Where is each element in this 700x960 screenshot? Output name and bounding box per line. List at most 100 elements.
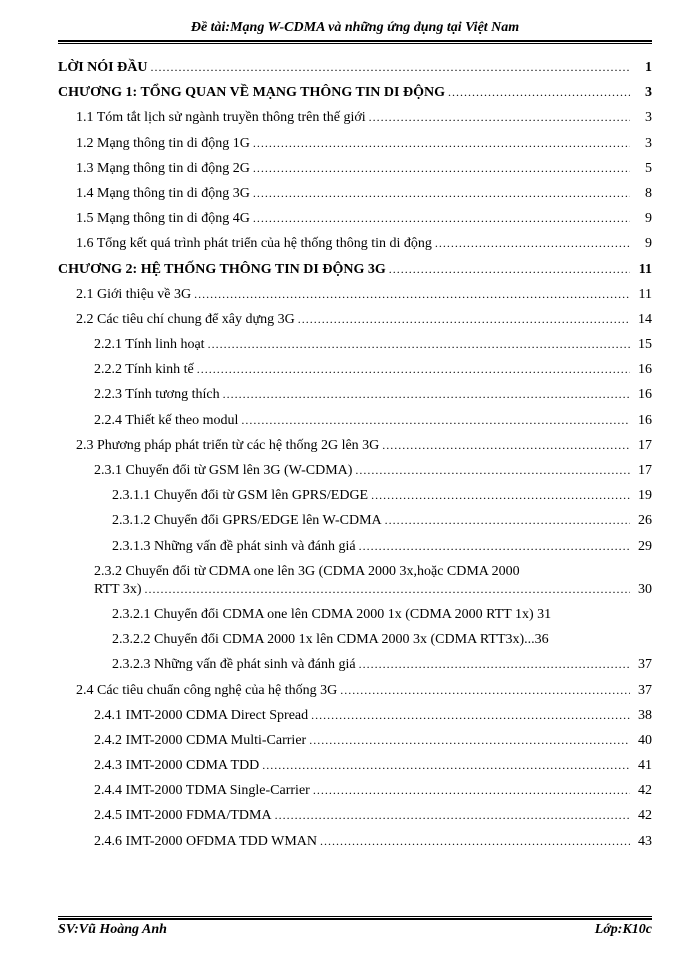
toc-entry-label: 2.3.1 Chuyển đổi từ GSM lên 3G (W-CDMA): [94, 463, 352, 479]
toc-entry-page: 38: [630, 708, 652, 724]
toc-leader-dots: ........................................…: [445, 85, 630, 100]
toc-entry: 2.4.4 IMT-2000 TDMA Single-Carrier......…: [58, 783, 652, 799]
toc-leader-dots: ........................................…: [250, 161, 630, 176]
toc-entry: 2.4.6 IMT-2000 OFDMA TDD WMAN...........…: [58, 834, 652, 850]
toc-leader-dots: ........................................…: [432, 236, 630, 251]
toc-entry-label: 2.4.4 IMT-2000 TDMA Single-Carrier: [94, 783, 310, 799]
toc-entry: 2.3.1.3 Những vấn đề phát sinh và đánh g…: [58, 539, 652, 555]
toc-entry: 1.4 Mạng thông tin di động 3G...........…: [58, 186, 652, 202]
toc-entry: 2.3.2.3 Những vấn đề phát sinh và đánh g…: [58, 657, 652, 673]
toc-leader-dots: ........................................…: [379, 438, 630, 453]
toc-entry-label: 2.3 Phương pháp phát triển từ các hệ thố…: [76, 438, 379, 454]
footer-left: SV:Vũ Hoàng Anh: [58, 922, 167, 938]
toc-entry-page: 9: [630, 211, 652, 227]
toc-entry: CHƯƠNG 2: HỆ THỐNG THÔNG TIN DI ĐỘNG 3G.…: [58, 262, 652, 278]
toc-entry-page: 29: [630, 539, 652, 555]
toc-entry-label: 2.1 Giới thiệu về 3G: [76, 287, 191, 303]
toc-entry: 2.3.2.2 Chuyển đổi CDMA 2000 1x lên CDMA…: [58, 632, 652, 648]
toc-leader-dots: ........................................…: [250, 186, 630, 201]
toc-entry-page: 37: [630, 683, 652, 699]
header-rule: [58, 40, 652, 44]
toc-entry-label: CHƯƠNG 2: HỆ THỐNG THÔNG TIN DI ĐỘNG 3G: [58, 262, 386, 278]
toc-entry-page: 8: [630, 186, 652, 202]
toc-entry: 2.4.5 IMT-2000 FDMA/TDMA................…: [58, 808, 652, 824]
toc-entry-label: 2.3.1.2 Chuyển đổi GPRS/EDGE lên W-CDMA: [112, 513, 382, 529]
toc-entry-page: 30: [630, 582, 652, 598]
toc-entry: 1.1 Tóm tắt lịch sử ngành truyền thông t…: [58, 110, 652, 126]
toc-entry-page: 3: [630, 136, 652, 152]
toc-leader-dots: ........................................…: [337, 683, 630, 698]
toc-entry-label: 1.5 Mạng thông tin di động 4G: [76, 211, 250, 227]
toc-entry-page: 16: [630, 413, 652, 429]
toc-entry-label: 2.3.1.3 Những vấn đề phát sinh và đánh g…: [112, 539, 356, 555]
toc-entry-page: 16: [630, 387, 652, 403]
toc-entry: 2.3.1.2 Chuyển đổi GPRS/EDGE lên W-CDMA.…: [58, 513, 652, 529]
toc-entry: 2.2.1 Tính linh hoạt....................…: [58, 337, 652, 353]
toc-entry: 2.2 Các tiêu chí chung để xây dựng 3G...…: [58, 312, 652, 328]
toc-entry: 2.4.2 IMT-2000 CDMA Multi-Carrier.......…: [58, 733, 652, 749]
toc-entry-page: 3: [630, 85, 652, 101]
toc-entry-page: 9: [630, 236, 652, 252]
toc-entry: 1.6 Tổng kết quá trình phát triển của hệ…: [58, 236, 652, 252]
toc-entry-label: 1.3 Mạng thông tin di động 2G: [76, 161, 250, 177]
toc-entry-page: 5: [630, 161, 652, 177]
toc-entry-page: 14: [630, 312, 652, 328]
toc-entry-page: 15: [630, 337, 652, 353]
toc-entry-label: CHƯƠNG 1: TỔNG QUAN VỀ MẠNG THÔNG TIN DI…: [58, 85, 445, 101]
toc-leader-dots: ........................................…: [205, 337, 630, 352]
toc-entry: 2.1 Giới thiệu về 3G....................…: [58, 287, 652, 303]
toc-entry-label: 2.3.2.2 Chuyển đổi CDMA 2000 1x lên CDMA…: [112, 632, 549, 648]
toc-entry-label: 1.4 Mạng thông tin di động 3G: [76, 186, 250, 202]
toc-entry-label: 2.2.3 Tính tương thích: [94, 387, 220, 403]
toc-leader-dots: ........................................…: [308, 708, 630, 723]
toc-leader-dots: ........................................…: [194, 362, 630, 377]
toc-entry-wrap: 2.3.2 Chuyển đổi từ CDMA one lên 3G (CDM…: [58, 564, 652, 580]
toc-entry: 2.3.1 Chuyển đổi từ GSM lên 3G (W-CDMA).…: [58, 463, 652, 479]
toc-leader-dots: ........................................…: [220, 387, 630, 402]
toc-entry-label: 2.4.3 IMT-2000 CDMA TDD: [94, 758, 259, 774]
toc-leader-dots: ........................................…: [366, 110, 630, 125]
toc-entry-label: 2.3.2.3 Những vấn đề phát sinh và đánh g…: [112, 657, 356, 673]
toc-leader-dots: ........................................…: [386, 262, 630, 277]
toc-leader-dots: ........................................…: [142, 582, 630, 597]
toc-entry-label: 2.4.1 IMT-2000 CDMA Direct Spread: [94, 708, 308, 724]
toc-leader-dots: ........................................…: [272, 808, 630, 823]
toc-leader-dots: ........................................…: [368, 488, 630, 503]
toc-leader-dots: ........................................…: [352, 463, 630, 478]
toc-entry: 2.2.3 Tính tương thích..................…: [58, 387, 652, 403]
toc-leader-dots: ........................................…: [310, 783, 630, 798]
toc-entry-label: 1.2 Mạng thông tin di động 1G: [76, 136, 250, 152]
toc-entry: 1.2 Mạng thông tin di động 1G...........…: [58, 136, 652, 152]
toc-leader-dots: ........................................…: [250, 211, 630, 226]
toc-leader-dots: ........................................…: [238, 413, 630, 428]
toc-entry-page: 1: [630, 60, 652, 76]
toc-entry: 2.3.2.1 Chuyển đổi CDMA one lên CDMA 200…: [58, 607, 652, 623]
toc-entry-label: 1.1 Tóm tắt lịch sử ngành truyền thông t…: [76, 110, 366, 126]
toc-leader-dots: ........................................…: [147, 60, 630, 75]
toc-entry: 2.3.1.1 Chuyển đổi từ GSM lên GPRS/EDGE.…: [58, 488, 652, 504]
toc-leader-dots: ........................................…: [295, 312, 630, 327]
toc-entry-page: 41: [630, 758, 652, 774]
toc-entry-label: 2.3.2.1 Chuyển đổi CDMA one lên CDMA 200…: [112, 607, 551, 623]
toc-entry: CHƯƠNG 1: TỔNG QUAN VỀ MẠNG THÔNG TIN DI…: [58, 85, 652, 101]
toc-entry-page: 37: [630, 657, 652, 673]
toc-leader-dots: ........................................…: [356, 539, 630, 554]
toc-entry: 1.3 Mạng thông tin di động 2G...........…: [58, 161, 652, 177]
toc-entry: RTT 3x).................................…: [58, 582, 652, 598]
toc-entry: 2.4.1 IMT-2000 CDMA Direct Spread.......…: [58, 708, 652, 724]
toc-entry-label: 2.4.2 IMT-2000 CDMA Multi-Carrier: [94, 733, 306, 749]
toc-entry-page: 11: [630, 262, 652, 278]
toc-entry-page: 42: [630, 808, 652, 824]
toc-leader-dots: ........................................…: [259, 758, 630, 773]
toc-entry-page: 19: [630, 488, 652, 504]
toc-leader-dots: ........................................…: [317, 834, 630, 849]
toc-entry: 1.5 Mạng thông tin di động 4G...........…: [58, 211, 652, 227]
toc-entry-label: 2.2 Các tiêu chí chung để xây dựng 3G: [76, 312, 295, 328]
toc-entry: LỜI NÓI ĐẦU.............................…: [58, 60, 652, 76]
toc-entry-label: 2.2.1 Tính linh hoạt: [94, 337, 205, 353]
toc-entry-label: 2.4.6 IMT-2000 OFDMA TDD WMAN: [94, 834, 317, 850]
toc-entry-page: 26: [630, 513, 652, 529]
doc-footer: SV:Vũ Hoàng Anh Lớp:K10c: [58, 916, 652, 938]
toc-entry-label: LỜI NÓI ĐẦU: [58, 60, 147, 76]
toc-entry-page: 11: [630, 287, 652, 303]
